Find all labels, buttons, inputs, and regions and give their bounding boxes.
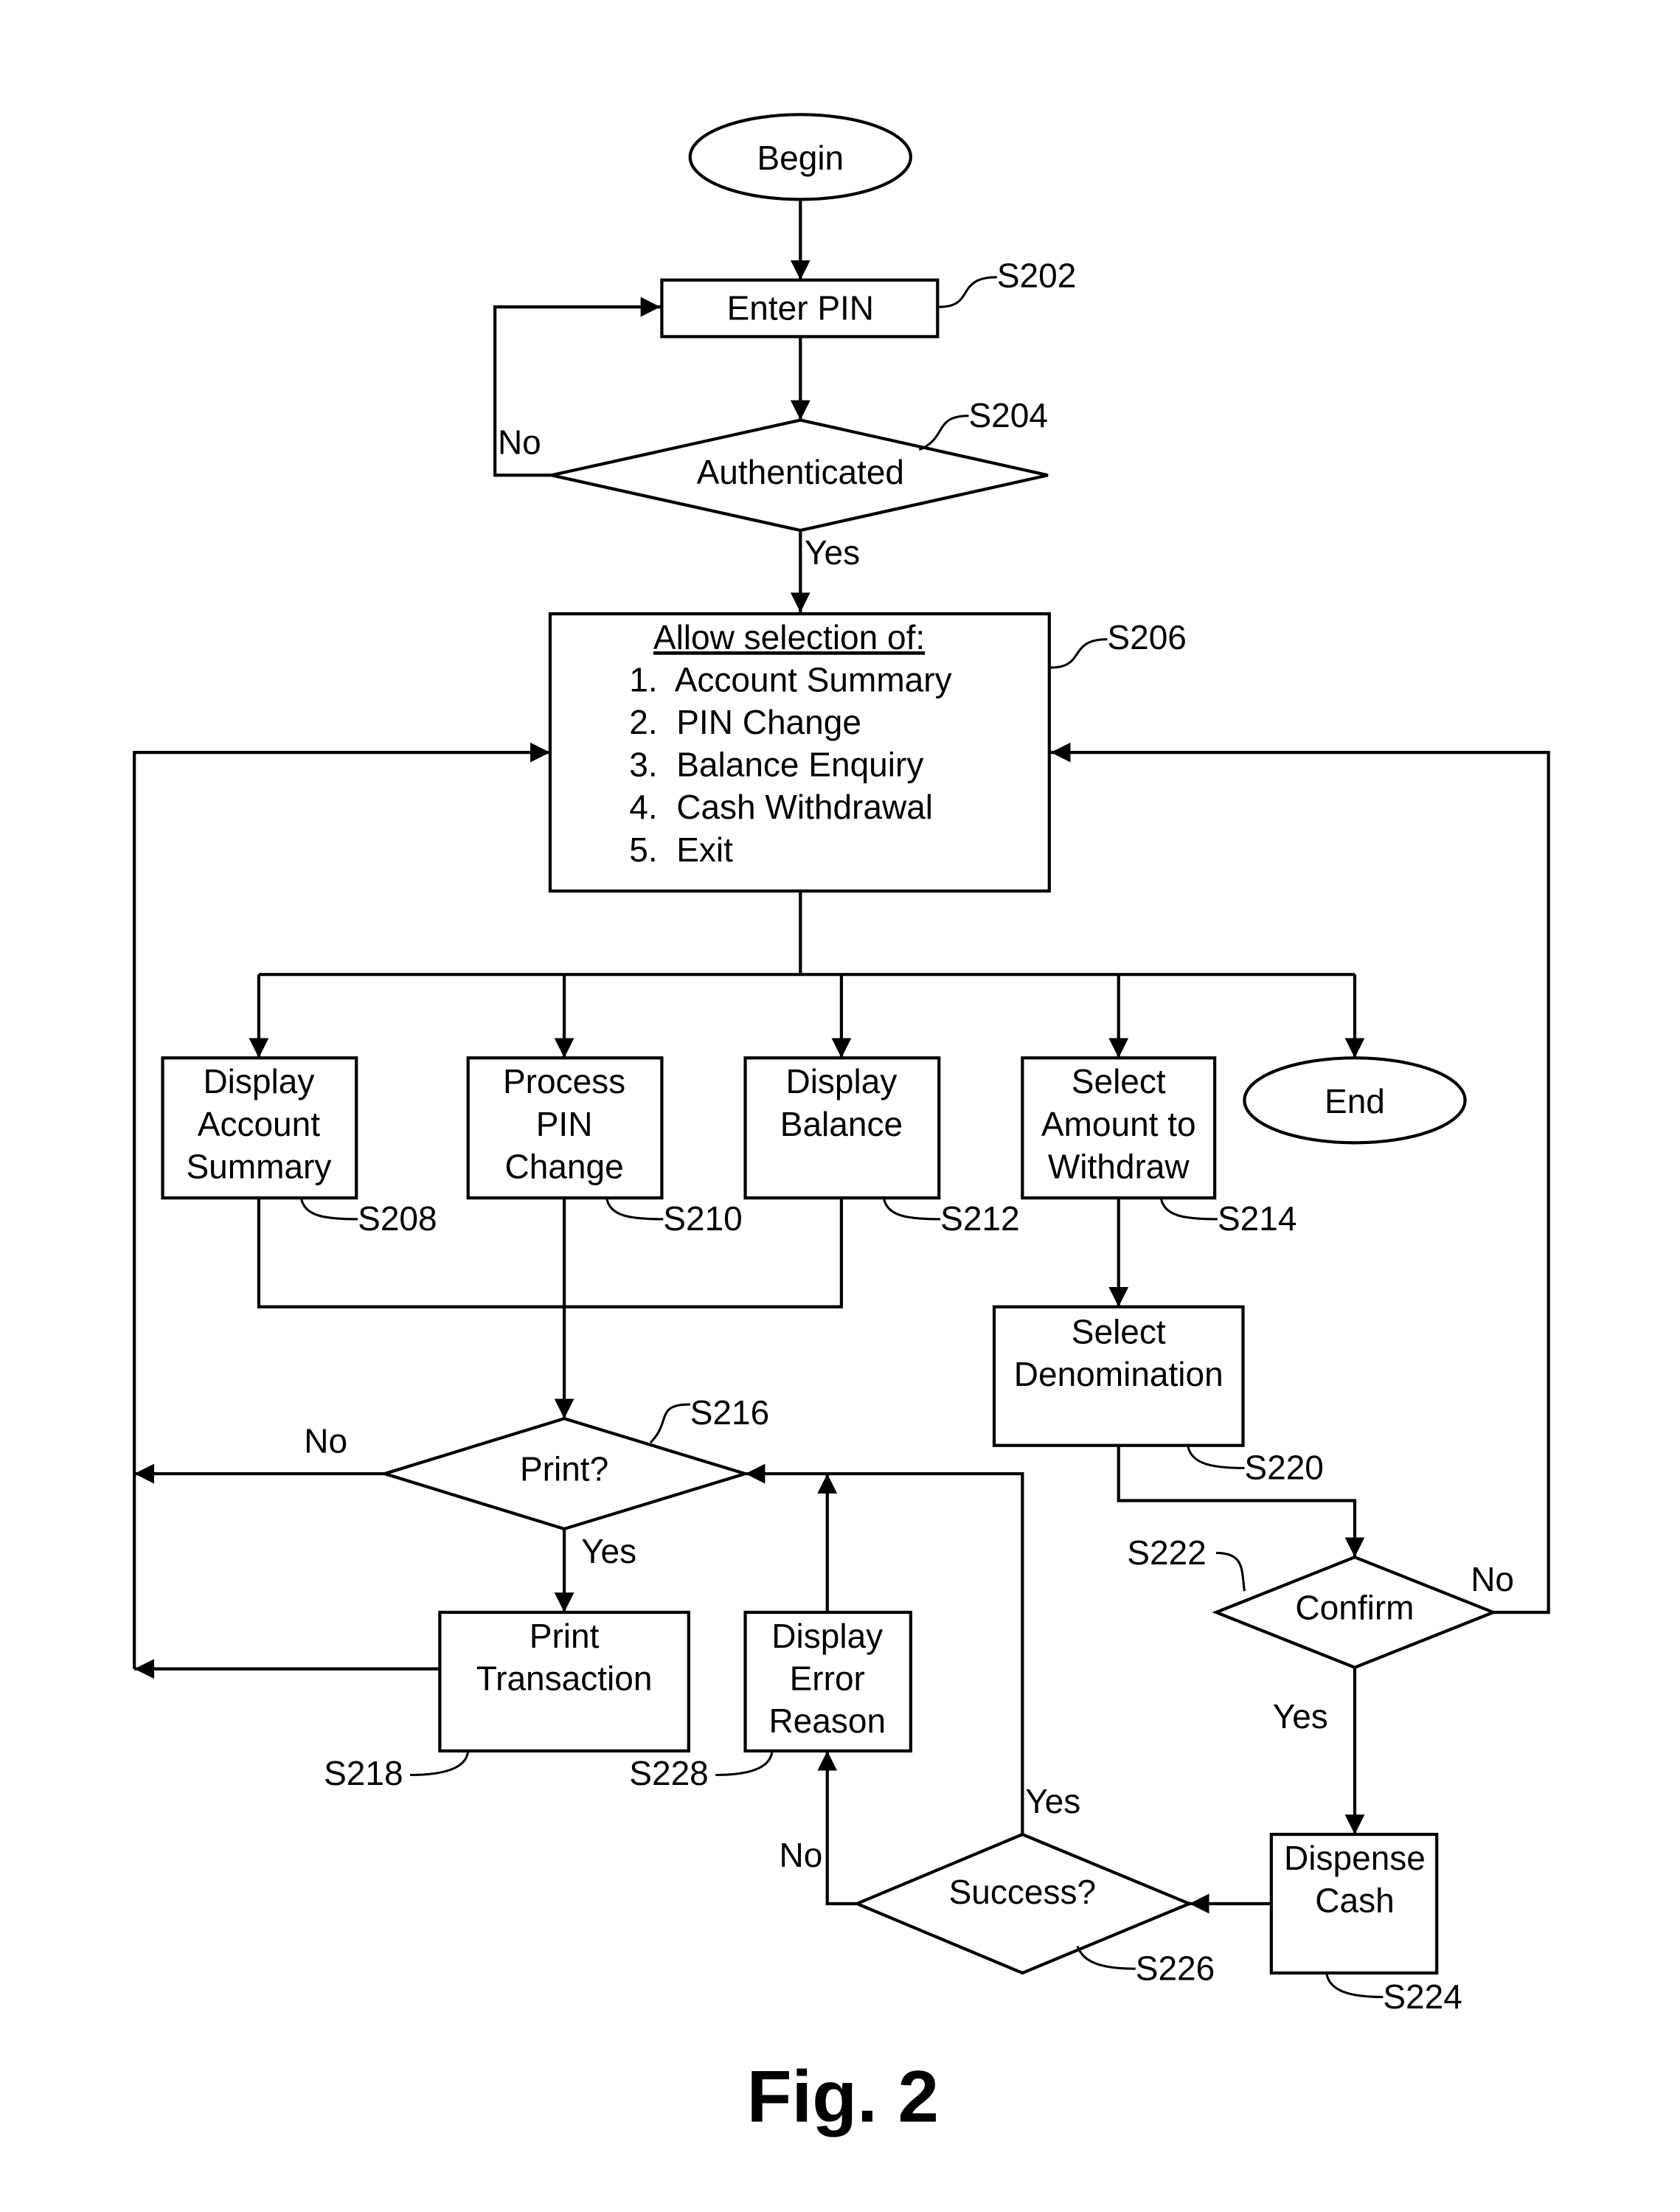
node-line: Withdraw bbox=[1048, 1147, 1190, 1185]
edge-label-success-no: No bbox=[780, 1836, 823, 1874]
leader-s212 bbox=[882, 1197, 941, 1221]
edge-label-confirm-no: No bbox=[1471, 1560, 1514, 1598]
node-line: Summary bbox=[186, 1147, 331, 1185]
ref-s202: S202 bbox=[997, 256, 1076, 294]
leader-s226 bbox=[1076, 1945, 1136, 1970]
print-decision-text: Print? bbox=[520, 1450, 608, 1488]
leader-s228 bbox=[715, 1750, 774, 1777]
edge-label-print-yes: Yes bbox=[581, 1532, 636, 1570]
edge-label-confirm-yes: Yes bbox=[1273, 1697, 1328, 1736]
figure-label: Fig. 2 bbox=[747, 2056, 939, 2138]
ref-s224: S224 bbox=[1383, 1977, 1462, 2016]
node-line: Amount to bbox=[1041, 1105, 1196, 1143]
ref-s208: S208 bbox=[358, 1199, 437, 1238]
leader-s214 bbox=[1159, 1197, 1218, 1221]
ref-s222: S222 bbox=[1127, 1533, 1206, 1572]
edge-label-success-yes: Yes bbox=[1025, 1782, 1080, 1820]
ref-s206: S206 bbox=[1107, 618, 1186, 656]
edge-merge-bus bbox=[257, 1198, 844, 1308]
node-line: Reason bbox=[768, 1702, 886, 1740]
ref-s216: S216 bbox=[690, 1393, 769, 1432]
begin-text: Begin bbox=[757, 139, 844, 177]
node-line: Cash bbox=[1315, 1881, 1394, 1919]
ref-s218: S218 bbox=[324, 1754, 403, 1792]
node-line: Process bbox=[503, 1062, 625, 1100]
confirm-text: Confirm bbox=[1295, 1589, 1414, 1627]
node-line: Select bbox=[1072, 1062, 1166, 1100]
leader-s202 bbox=[939, 276, 997, 308]
ref-s212: S212 bbox=[940, 1199, 1019, 1238]
leader-s218 bbox=[410, 1750, 470, 1777]
menu-title: Allow selection of: bbox=[653, 618, 925, 656]
node-line: Select bbox=[1072, 1313, 1166, 1351]
end-text: End bbox=[1325, 1082, 1385, 1120]
leader-s222 bbox=[1216, 1551, 1246, 1592]
node-line: Change bbox=[504, 1147, 623, 1185]
node-line: Display bbox=[771, 1617, 883, 1655]
edge-label-print-no: No bbox=[304, 1421, 347, 1460]
leader-s224 bbox=[1325, 1972, 1384, 1999]
node-line: Transaction bbox=[476, 1659, 653, 1697]
edge-label-auth-yes: Yes bbox=[805, 533, 860, 572]
ref-s226: S226 bbox=[1136, 1949, 1215, 1988]
atm-flowchart: Begin Enter PIN Authenticated Allow sele… bbox=[133, 113, 1550, 2138]
ref-s220: S220 bbox=[1244, 1449, 1323, 1487]
menu-item: 1. Account Summary bbox=[629, 661, 951, 699]
leader-s206 bbox=[1050, 638, 1108, 669]
edge-success-no-to-error bbox=[817, 1750, 858, 1906]
ref-s214: S214 bbox=[1218, 1199, 1297, 1238]
leader-s204 bbox=[918, 415, 969, 451]
leader-s216 bbox=[649, 1403, 690, 1443]
node-line: Display bbox=[785, 1062, 897, 1100]
node-line: Denomination bbox=[1014, 1355, 1223, 1393]
menu-item: 4. Cash Withdrawal bbox=[629, 788, 933, 826]
node-line: Account bbox=[198, 1105, 320, 1143]
node-line: Dispense bbox=[1284, 1839, 1426, 1877]
node-line: Error bbox=[790, 1659, 865, 1697]
node-line: PIN bbox=[536, 1105, 593, 1143]
ref-s228: S228 bbox=[629, 1754, 708, 1792]
edge-left-return-to-menu bbox=[133, 742, 550, 1669]
leader-s210 bbox=[605, 1197, 664, 1221]
ref-s210: S210 bbox=[663, 1199, 742, 1238]
node-line: Balance bbox=[780, 1105, 903, 1143]
enter-pin-text: Enter PIN bbox=[727, 288, 874, 327]
edge-label-auth-no: No bbox=[498, 423, 541, 462]
authenticated-text: Authenticated bbox=[697, 453, 904, 491]
leader-s220 bbox=[1187, 1445, 1245, 1469]
menu-item: 5. Exit bbox=[629, 831, 733, 869]
success-text: Success? bbox=[949, 1873, 1097, 1911]
leader-s208 bbox=[299, 1197, 358, 1221]
node-line: Print bbox=[530, 1617, 600, 1655]
menu-item: 3. Balance Enquiry bbox=[629, 746, 923, 784]
menu-item: 2. PIN Change bbox=[629, 703, 861, 741]
ref-s204: S204 bbox=[968, 396, 1047, 434]
node-line: Display bbox=[203, 1062, 314, 1100]
